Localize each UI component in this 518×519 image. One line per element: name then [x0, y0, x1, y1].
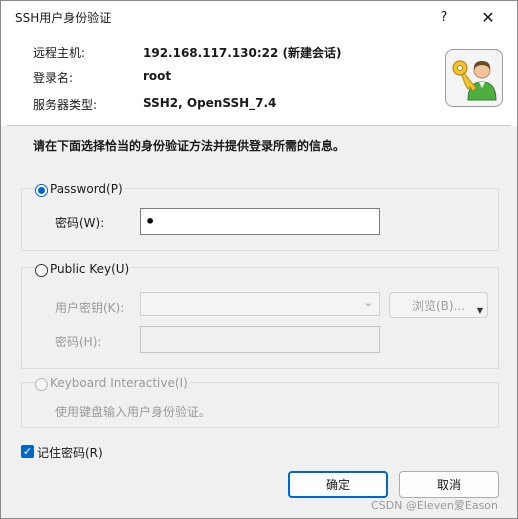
server-type-label: 服务器类型: [33, 98, 98, 112]
password-field-label: 密码(W): [55, 216, 105, 230]
watermark-text: CSDN @Eleven爱Eason [371, 499, 499, 512]
browse-button-label: 浏览(B)... [411, 298, 466, 313]
user-key-label: 用户密钥(K): [55, 301, 125, 315]
remember-password-label[interactable]: 记住密码(R) [37, 444, 103, 461]
ok-button-label: 确定 [325, 478, 350, 492]
remote-host-value: 192.168.117.130:22 (新建会话) [143, 46, 342, 60]
dropdown-arrow-icon: ▼ [476, 306, 483, 315]
chevron-down-icon: ⌄ [363, 296, 373, 309]
keyboard-interactive-hint: 使用键盘输入用户身份验证。 [55, 405, 212, 419]
browse-button[interactable]: 浏览(B)... ▼ [389, 292, 488, 318]
window-title: SSH用户身份验证 [15, 11, 112, 25]
keyboard-interactive-radio-label[interactable]: Keyboard Interactive(I) [48, 376, 190, 390]
cancel-button[interactable]: 取消 [399, 471, 499, 498]
server-type-value: SSH2, OpenSSH_7.4 [143, 96, 277, 110]
login-name-label: 登录名: [33, 71, 74, 85]
ok-button[interactable]: 确定 [288, 471, 388, 498]
key-passphrase-input[interactable] [140, 326, 380, 353]
public-key-radio-label[interactable]: Public Key(U) [48, 262, 132, 276]
title-bar[interactable]: SSH用户身份验证 ? ✕ [1, 1, 517, 33]
password-input[interactable] [140, 208, 380, 235]
user-key-select[interactable]: ⌄ [140, 292, 380, 316]
ssh-auth-dialog: SSH用户身份验证 ? ✕ 远程主机: 192.168.117.130:22 (… [0, 0, 518, 519]
remember-password-checkbox[interactable]: ✓ [21, 445, 34, 458]
close-button[interactable]: ✕ [469, 1, 507, 33]
key-user-icon [445, 49, 503, 107]
remote-host-label: 远程主机: [33, 46, 86, 60]
password-radio[interactable] [35, 184, 48, 197]
password-radio-label[interactable]: Password(P) [48, 182, 125, 196]
cancel-button-label: 取消 [436, 478, 461, 492]
key-passphrase-label: 密码(H): [55, 335, 102, 349]
public-key-radio[interactable] [35, 264, 48, 277]
keyboard-interactive-radio[interactable] [35, 378, 48, 391]
help-button[interactable]: ? [425, 1, 463, 33]
public-key-group [21, 267, 499, 369]
login-name-value: root [143, 69, 172, 83]
instruction-text: 请在下面选择恰当的身份验证方法并提供登录所需的信息。 [33, 139, 346, 153]
